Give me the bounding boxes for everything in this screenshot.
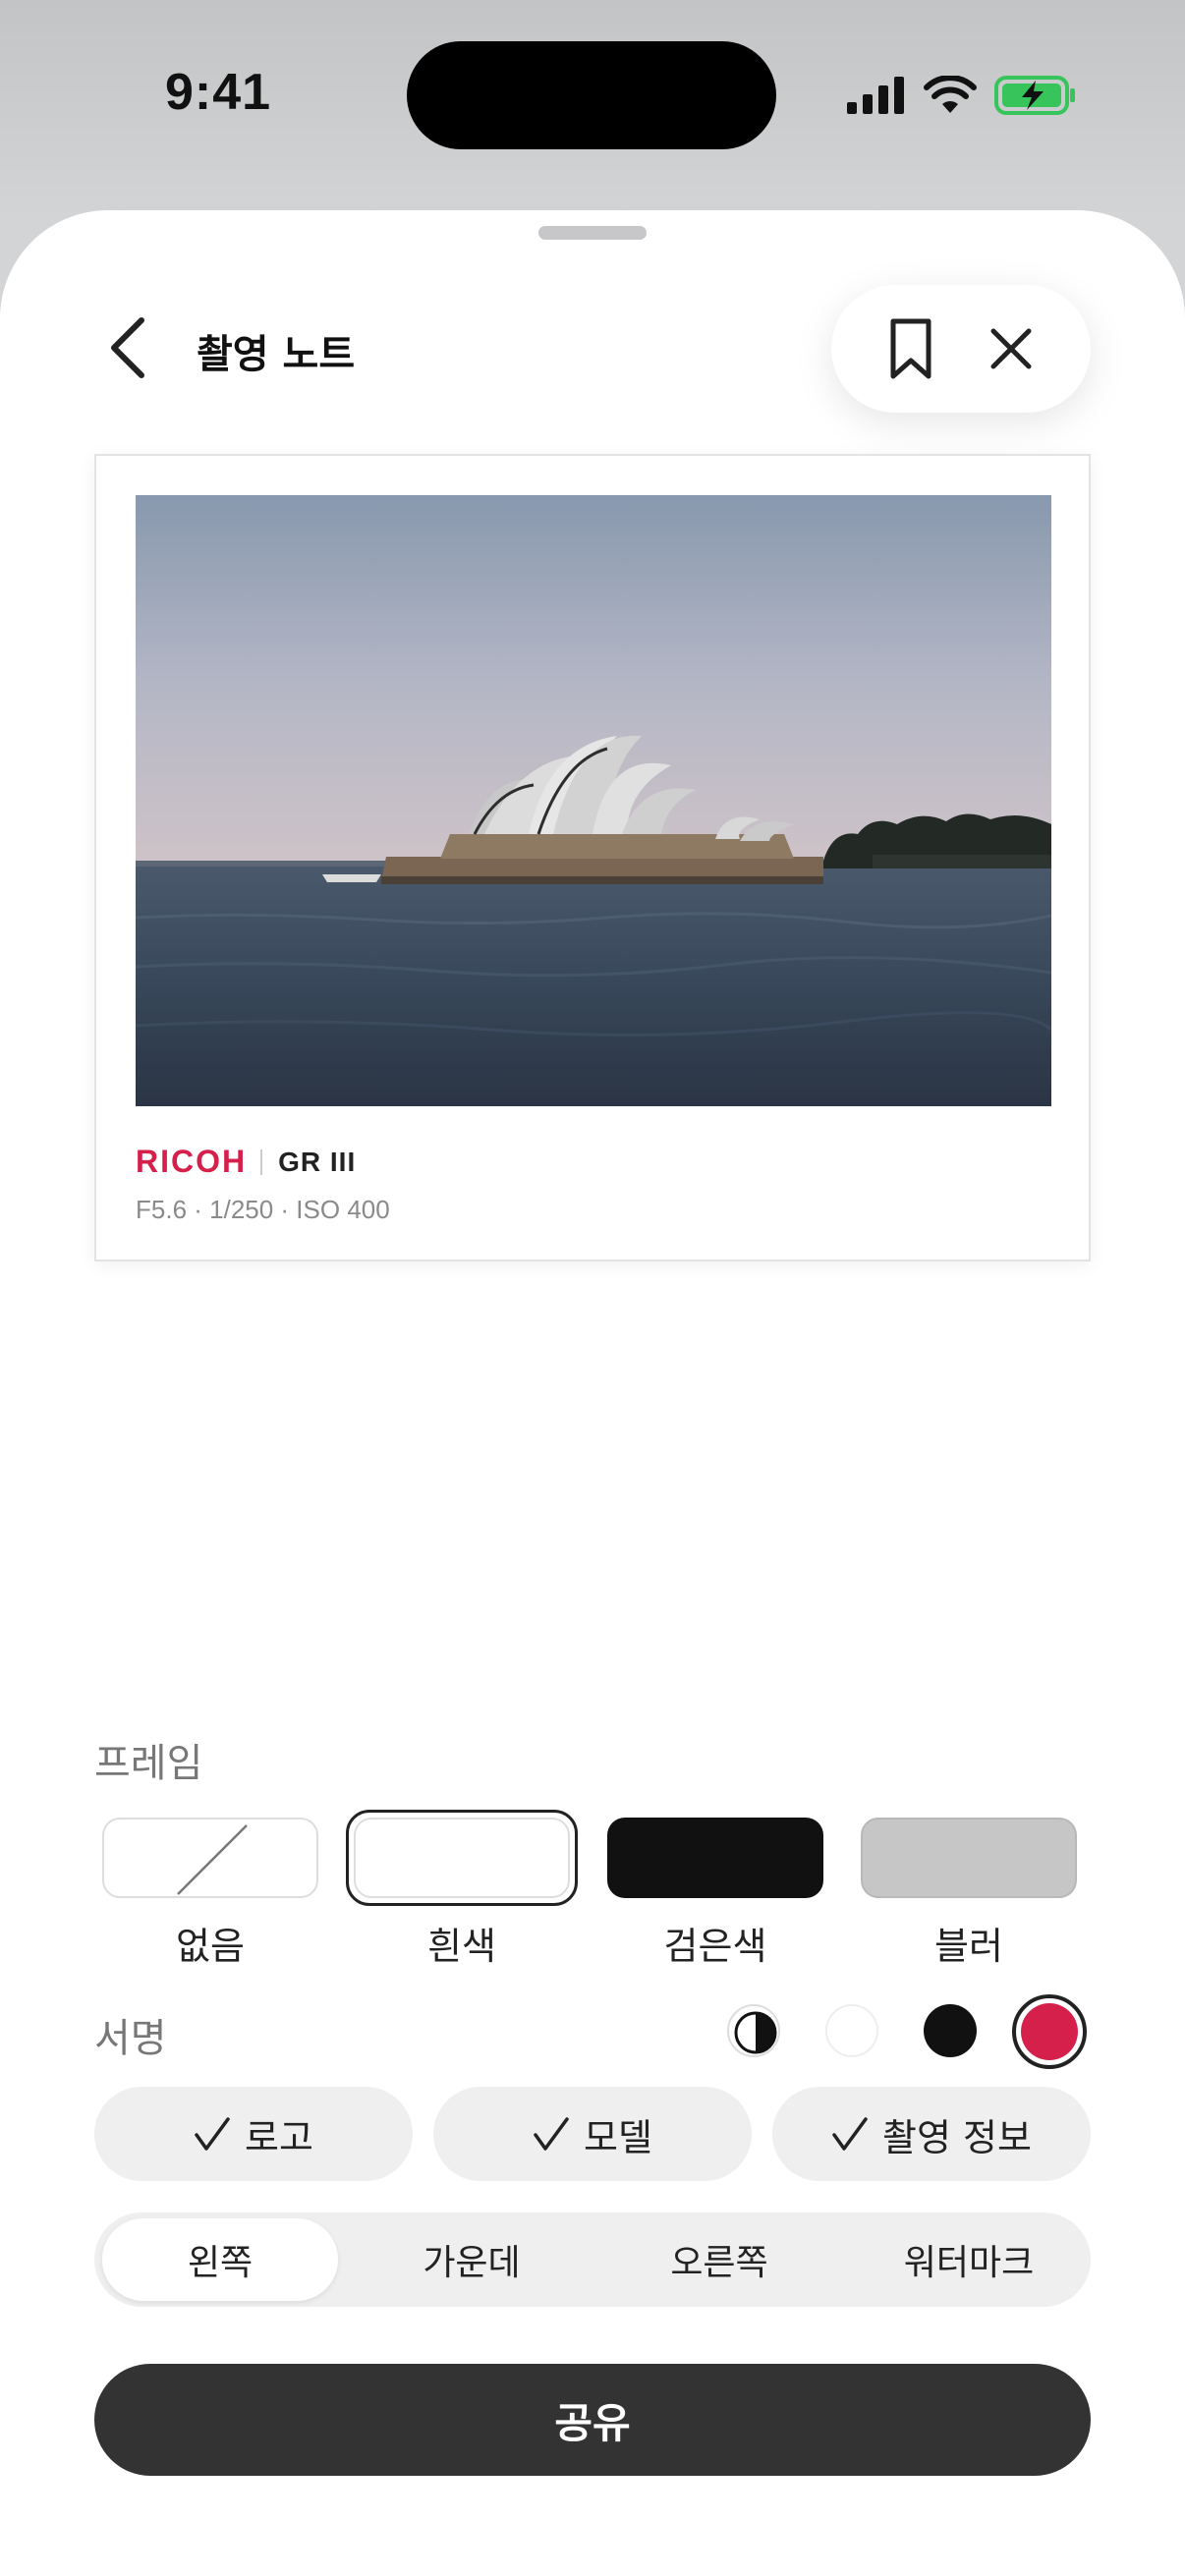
frame-option-black[interactable]: 검은색 (599, 1794, 827, 1971)
frame-option-label: 검은색 (663, 1925, 767, 1968)
battery-charging-icon (994, 76, 1075, 115)
color-red-button[interactable] (1012, 1994, 1087, 2069)
align-left-option[interactable]: 왼쪽 (102, 2218, 338, 2301)
opera-house-photo (136, 495, 1051, 1106)
screen: 9:41 촬영 노트 RICOH GR III F5.6 · 1/250 · I… (0, 0, 1185, 2576)
toggle-label: 로고 (245, 2115, 313, 2159)
color-black-button[interactable] (924, 2004, 977, 2057)
frame-option-white[interactable]: 흰색 (346, 1794, 578, 1971)
color-auto-button[interactable] (727, 2004, 780, 2057)
none-slash-icon (177, 1824, 248, 1895)
frame-swatch-black (607, 1818, 823, 1898)
signature-line: RICOH GR III (136, 1144, 356, 1180)
color-white-button[interactable] (825, 2004, 878, 2057)
frame-swatch-white (354, 1818, 570, 1898)
frame-swatch-none (102, 1818, 318, 1898)
checkmark-icon (195, 2117, 230, 2151)
logo-toggle[interactable]: 로고 (94, 2087, 413, 2181)
close-button[interactable] (977, 314, 1045, 383)
photo-preview-card: RICOH GR III F5.6 · 1/250 · ISO 400 (94, 454, 1091, 1261)
bookmark-button[interactable] (876, 314, 945, 383)
checkmark-icon (832, 2117, 868, 2151)
header-actions (831, 285, 1091, 413)
status-time: 9:41 (165, 64, 272, 121)
alignment-segmented-control: 왼쪽 가운데 오른쪽 워터마크 (94, 2212, 1091, 2307)
close-icon (990, 328, 1032, 369)
frame-option-label: 없음 (176, 1925, 245, 1968)
toggle-label: 촬영 정보 (882, 2115, 1032, 2159)
signature-section-label: 서명 (94, 2016, 167, 2061)
frame-option-label: 블러 (934, 1925, 1003, 1968)
frame-option-label: 흰색 (427, 1925, 496, 1968)
frame-option-blur[interactable]: 블러 (853, 1794, 1081, 1971)
model-toggle[interactable]: 모델 (433, 2087, 752, 2181)
wifi-icon (924, 76, 977, 113)
shot-info-toggle[interactable]: 촬영 정보 (772, 2087, 1091, 2181)
dynamic-island (407, 41, 776, 149)
brand-logo: RICOH (136, 1144, 248, 1179)
signature-toggles: 로고 모델 촬영 정보 (94, 2087, 1091, 2181)
status-icons (847, 71, 1077, 120)
brand-separator (260, 1148, 263, 1175)
camera-model: GR III (278, 1146, 357, 1177)
photo (136, 495, 1051, 1106)
page-title: 촬영 노트 (197, 332, 356, 377)
cellular-signal-icon (847, 77, 904, 114)
frame-option-none[interactable]: 없음 (94, 1794, 322, 1971)
exif-info: F5.6 · 1/250 · ISO 400 (136, 1195, 390, 1224)
sheet-grabber[interactable] (538, 226, 647, 240)
watermark-option[interactable]: 워터마크 (851, 2218, 1087, 2301)
chevron-left-icon (111, 317, 144, 378)
share-button[interactable]: 공유 (94, 2364, 1091, 2476)
color-red-fill (1021, 2003, 1078, 2060)
frame-swatch-blur (861, 1818, 1077, 1898)
frame-section-label: 프레임 (94, 1741, 203, 1786)
toggle-label: 모델 (584, 2115, 652, 2159)
back-button[interactable] (94, 308, 161, 387)
bookmark-icon (890, 318, 931, 379)
frame-options: 없음 흰색 검은색 블러 (94, 1794, 1091, 1971)
align-center-option[interactable]: 가운데 (354, 2218, 590, 2301)
align-right-option[interactable]: 오른쪽 (601, 2218, 837, 2301)
checkmark-icon (534, 2117, 569, 2151)
